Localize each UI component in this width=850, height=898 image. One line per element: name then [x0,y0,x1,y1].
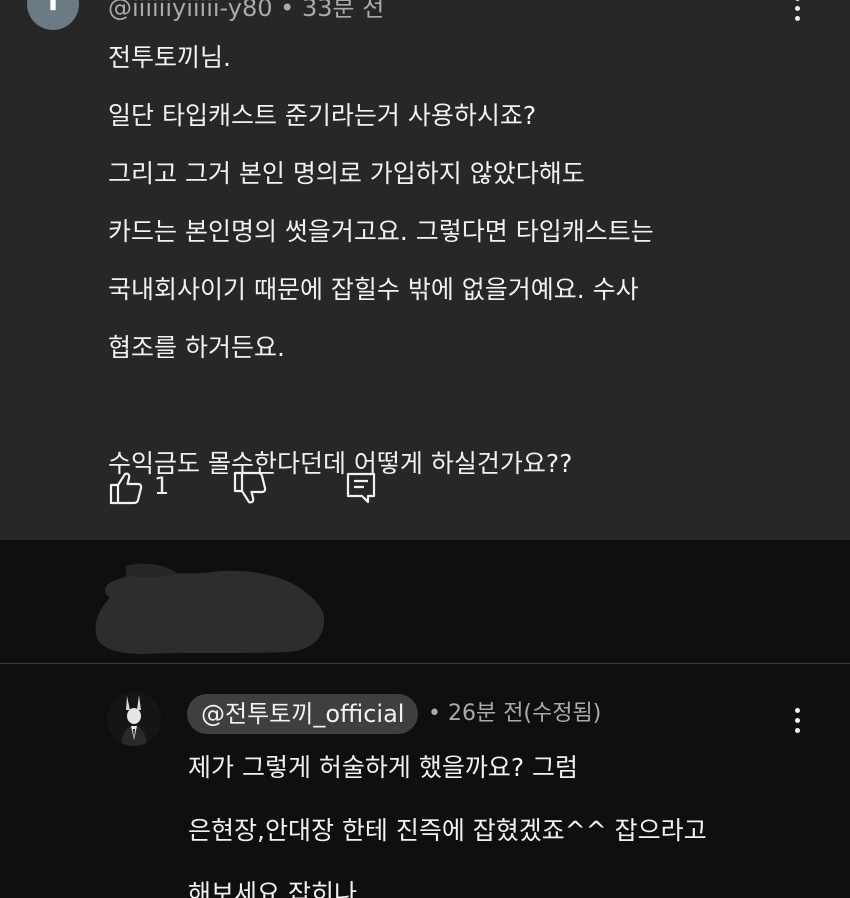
like-count: 1 [154,472,170,500]
more-vert-icon[interactable] [786,708,810,738]
comment-line: 카드는 본인명의 썻을거고요. 그렇다면 타입캐스트는 [108,217,654,246]
thumbs-up-icon[interactable] [108,470,144,506]
redaction-blur [95,563,325,654]
comment-meta: @iiiiiiyiiiii-y80 • 33분 전 [108,0,384,23]
meta-separator: • [280,0,302,22]
comments-page: i @iiiiiiyiiiii-y80 • 33분 전 전투토끼님. 일단 타입… [0,0,850,898]
rabbit-avatar-icon[interactable] [107,692,161,746]
comment-line: 일단 타입캐스트 준기라는거 사용하시죠? [108,101,537,130]
comment-actions: 1 [108,470,408,506]
reply-line: 제가 그렇게 허술하게 했을까요? 그럼 [188,753,579,782]
comment-body: 전투토끼님. 일단 타입캐스트 준기라는거 사용하시죠? 그리고 그거 본인 명… [108,38,828,502]
comment-line: 전투토끼님. [108,43,231,72]
avatar-letter: i [47,0,59,18]
reply-comment: @전투토끼_official • 26분 전(수정됨) 제가 그렇게 허술하게 … [0,664,850,898]
obscured-comment [0,540,850,663]
highlighted-comment: i @iiiiiiyiiiii-y80 • 33분 전 전투토끼님. 일단 타입… [0,0,850,540]
channel-handle-badge[interactable]: @전투토끼_official [187,694,419,734]
commenter-avatar[interactable]: i [27,0,79,30]
more-vert-icon[interactable] [786,0,810,26]
comment-line [108,386,828,426]
thumbs-down-icon[interactable] [232,470,268,506]
comment-author[interactable]: @iiiiiiyiiiii-y80 [108,0,273,22]
reply-icon[interactable] [344,470,380,506]
comment-line: 국내회사이기 때문에 잡힐수 밖에 없을거예요. 수사 [108,275,639,304]
comment-line: 협조를 하거든요. [108,333,285,362]
comment-time: 33분 전 [301,0,385,22]
reply-meta: • 26분 전(수정됨) [428,701,602,726]
reply-line: 은현장,안대장 한테 진즉에 잡혔겠죠^^ 잡으라고 [188,816,707,845]
reply-line: 해보세요 잡히나. [188,879,365,898]
reply-body: 제가 그렇게 허술하게 했을까요? 그럼 은현장,안대장 한테 진즉에 잡혔겠죠… [188,748,828,898]
comment-line: 그리고 그거 본인 명의로 가입하지 않았다해도 [108,159,585,188]
